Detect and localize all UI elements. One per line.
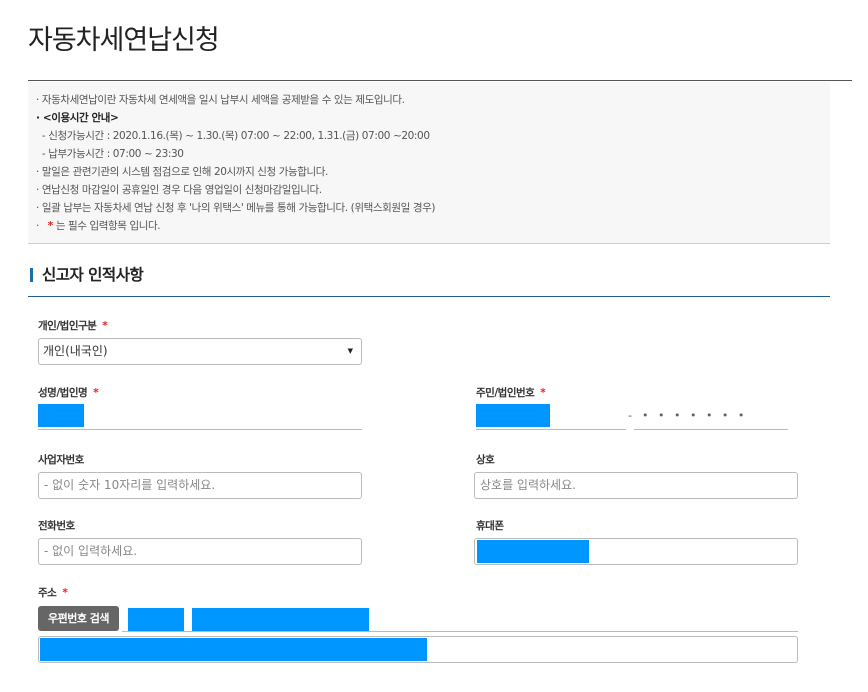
notice-line: · <이용시간 안내>	[36, 112, 119, 124]
name-label-text: 성명/법인명	[38, 387, 88, 399]
company-input[interactable]: 상호를 입력하세요.	[474, 472, 798, 499]
type-select[interactable]: 개인(내국인) ▼	[38, 338, 362, 365]
id-label-text: 주민/법인번호	[476, 387, 535, 399]
name-masked-value	[38, 404, 84, 427]
required-prefix: ·	[36, 220, 42, 232]
address-main-masked-value[interactable]	[192, 608, 369, 631]
phone-label: 전화번호	[38, 520, 75, 532]
mobile-input[interactable]	[474, 538, 798, 565]
address-underline	[122, 631, 798, 632]
type-select-value: 개인(내국인)	[43, 344, 108, 358]
page-title: 자동차세연납신청	[28, 25, 220, 56]
notice-line: · 연납신청 마감일이 공휴일인 경우 다음 영업일이 신청마감일입니다.	[36, 184, 322, 196]
mobile-masked-value	[477, 540, 589, 563]
id-front-masked-value	[476, 404, 550, 427]
address-detail-masked-value	[40, 638, 427, 661]
id-back-field[interactable]: • • • • • • •	[634, 402, 788, 430]
type-label: 개인/법인구분 *	[38, 318, 108, 333]
notice-box: · 자동차세연납이란 자동차세 연세액을 일시 납부시 세액을 공제받을 수 있…	[28, 82, 830, 244]
required-note-text: 는 필수 입력항목 입니다.	[52, 220, 161, 232]
required-star-icon: *	[102, 320, 108, 332]
address-label: 주소 *	[38, 585, 68, 600]
id-label: 주민/법인번호 *	[476, 385, 546, 400]
section-divider	[28, 296, 830, 297]
required-star-icon: *	[540, 387, 546, 399]
title-divider	[28, 80, 852, 81]
id-separator: -	[628, 409, 632, 422]
notice-line: - 신청가능시간 : 2020.1.16.(목) ~ 1.30.(목) 07:0…	[36, 130, 430, 142]
section-title: 신고자 인적사항	[30, 267, 144, 283]
required-note: · * 는 필수 입력항목 입니다.	[36, 218, 161, 233]
phone-input[interactable]: - 없이 입력하세요.	[38, 538, 362, 565]
required-star-icon: *	[62, 587, 68, 599]
bizno-label: 사업자번호	[38, 454, 84, 466]
company-label: 상호	[476, 454, 495, 466]
name-field[interactable]	[38, 402, 362, 430]
mobile-label: 휴대폰	[476, 520, 504, 532]
notice-line: · 말일은 관련기관의 시스템 점검으로 인해 20시까지 신청 가능합니다.	[36, 166, 328, 178]
notice-line: · 자동차세연납이란 자동차세 연세액을 일시 납부시 세액을 공제받을 수 있…	[36, 94, 405, 106]
required-star-icon: *	[93, 387, 99, 399]
address-label-text: 주소	[38, 587, 57, 599]
id-front-field[interactable]	[476, 402, 626, 430]
address-detail-input[interactable]	[38, 636, 798, 663]
notice-line: · 일괄 납부는 자동차세 연납 신청 후 '나의 위택스' 메뉴를 통해 가능…	[36, 202, 436, 214]
chevron-down-icon: ▼	[347, 347, 353, 355]
type-label-text: 개인/법인구분	[38, 320, 97, 332]
zipcode-masked-value[interactable]	[128, 608, 184, 631]
zip-search-button[interactable]: 우편번호 검색	[38, 606, 119, 631]
bizno-input[interactable]: - 없이 숫자 10자리를 입력하세요.	[38, 472, 362, 499]
notice-line: - 납부가능시간 : 07:00 ~ 23:30	[36, 148, 184, 160]
name-label: 성명/법인명 *	[38, 385, 99, 400]
